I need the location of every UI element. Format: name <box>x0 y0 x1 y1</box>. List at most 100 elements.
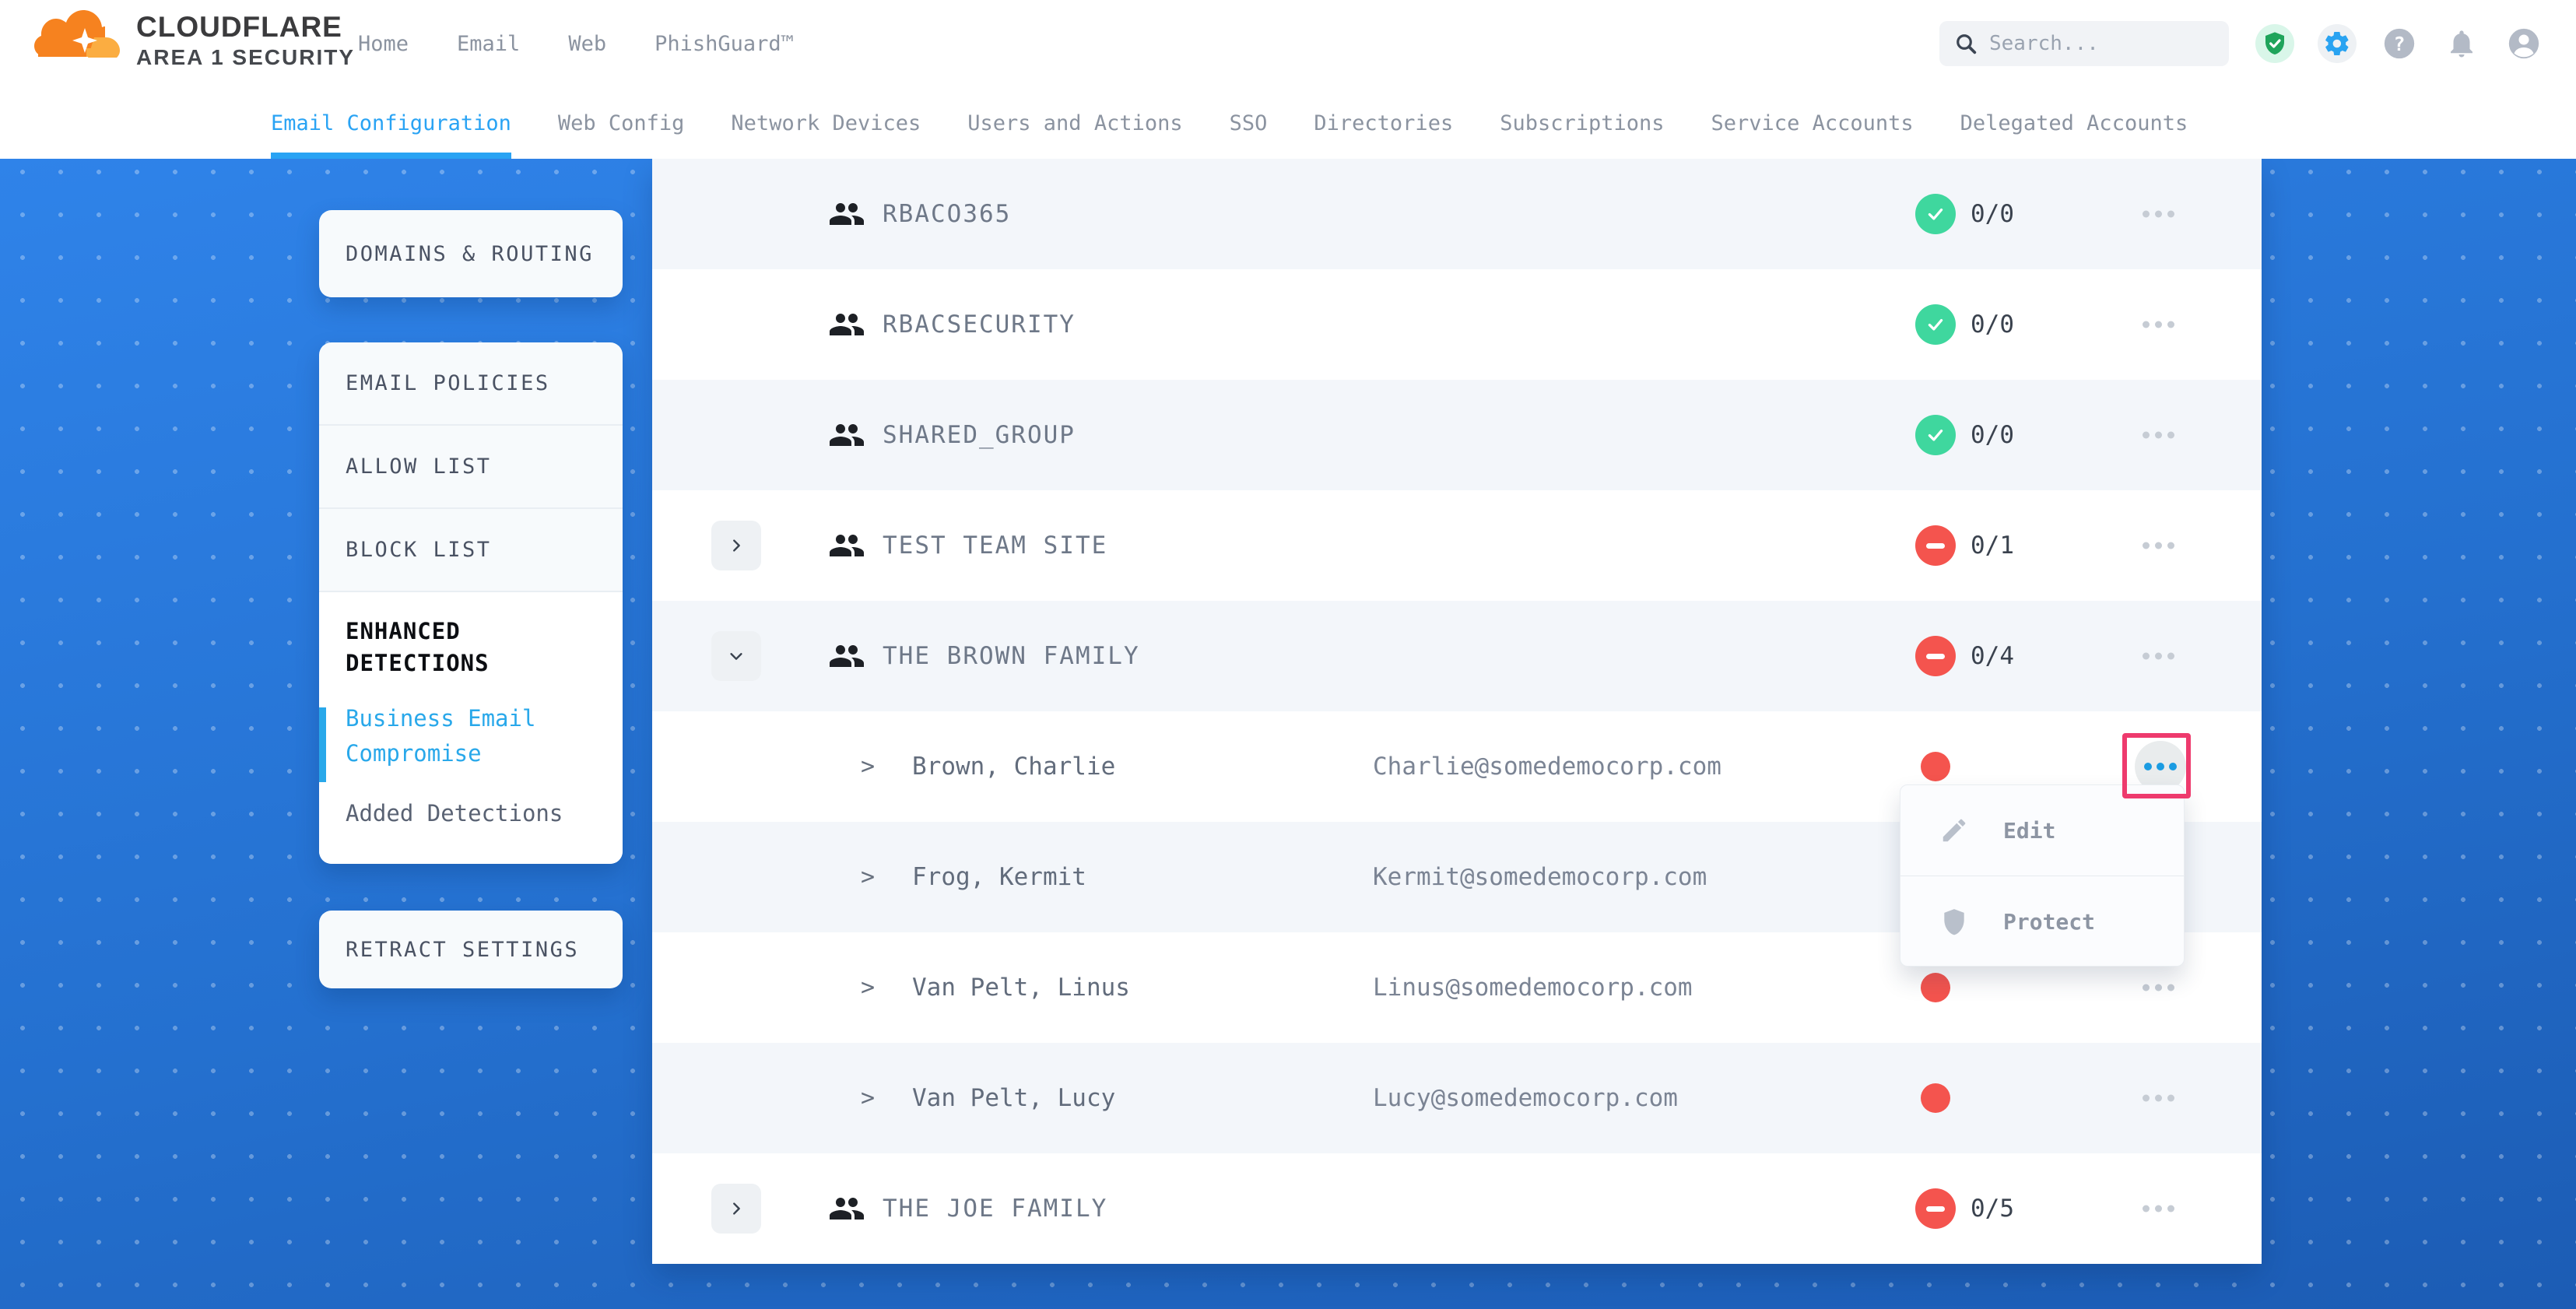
member-email: Charlie@somedemocorp.com <box>1373 753 1721 781</box>
shield-check-icon[interactable] <box>2255 24 2294 63</box>
sidebar-item-added-detections[interactable]: Added Detections <box>346 796 596 831</box>
tab-subscriptions[interactable]: Subscriptions <box>1500 87 1664 159</box>
status-alert-dot <box>1921 752 1950 781</box>
menu-item-edit[interactable]: Edit <box>1900 785 2184 876</box>
member-name: Van Pelt, Linus <box>912 974 1130 1002</box>
brand-subtitle: AREA 1 SECURITY <box>136 45 355 70</box>
member-email: Lucy@somedemocorp.com <box>1373 1084 1678 1112</box>
status-count: 0/5 <box>1971 1195 2014 1223</box>
top-nav: Home Email Web PhishGuard™ <box>358 0 794 87</box>
table-row[interactable]: RBACO365 0/0 <box>652 159 2262 269</box>
search-input[interactable] <box>1989 32 2207 55</box>
status-count: 0/4 <box>1971 642 2014 670</box>
expand-row-button[interactable] <box>711 1184 761 1234</box>
config-tabbar: Email Configuration Web Config Network D… <box>0 87 2576 159</box>
sidebar-item-enhanced-detections[interactable]: ENHANCED DETECTIONS <box>346 616 596 679</box>
group-people-icon <box>828 637 865 675</box>
member-email: Kermit@somedemocorp.com <box>1373 863 1707 891</box>
status-alert-dot <box>1921 1083 1950 1113</box>
status-alert-badge <box>1915 636 1956 676</box>
member-name: Frog, Kermit <box>912 863 1086 891</box>
tab-sso[interactable]: SSO <box>1230 87 1268 159</box>
nav-web[interactable]: Web <box>568 32 606 56</box>
member-chevron[interactable]: > <box>861 864 875 891</box>
sidebar-item-business-email-compromise[interactable]: Business Email Compromise <box>346 701 596 771</box>
sidebar-card-domains-routing[interactable]: DOMAINS & ROUTING <box>319 210 623 297</box>
tab-email-configuration[interactable]: Email Configuration <box>271 87 511 159</box>
member-chevron[interactable]: > <box>861 753 875 781</box>
tab-delegated-accounts[interactable]: Delegated Accounts <box>1960 87 2188 159</box>
nav-email[interactable]: Email <box>457 32 520 56</box>
sidebar-card-retract-settings[interactable]: RETRACT SETTINGS <box>319 911 623 988</box>
status-alert-badge <box>1915 1188 1956 1229</box>
row-menu-button[interactable] <box>2135 535 2182 557</box>
active-indicator-bar <box>319 707 326 782</box>
svg-text:?: ? <box>2394 33 2406 55</box>
groups-table: RBACO365 0/0 RBACSECURITY 0/0 SHARED_GRO… <box>652 159 2262 1262</box>
row-menu-button[interactable] <box>2135 314 2182 336</box>
sidebar-card-policies: EMAIL POLICIES ALLOW LIST BLOCK LIST ENH… <box>319 342 623 864</box>
sidebar-section-enhanced-detections: ENHANCED DETECTIONS Business Email Compr… <box>319 592 623 864</box>
menu-item-protect[interactable]: Protect <box>1900 876 2184 967</box>
brand-title: CLOUDFLARE <box>136 11 355 44</box>
menu-item-label: Protect <box>2003 909 2095 935</box>
table-row[interactable]: THE JOE FAMILY 0/5 <box>652 1153 2262 1264</box>
row-context-menu: Edit Protect <box>1900 784 2185 967</box>
bell-icon[interactable] <box>2442 24 2481 63</box>
collapse-row-button[interactable] <box>711 631 761 681</box>
cloudflare-logo[interactable]: CLOUDFLARE AREA 1 SECURITY <box>33 8 355 73</box>
sidebar-item-email-policies[interactable]: EMAIL POLICIES <box>319 342 623 424</box>
expand-row-button[interactable] <box>711 521 761 570</box>
sidebar-item-block-list[interactable]: BLOCK LIST <box>319 509 623 591</box>
table-row[interactable]: THE BROWN FAMILY 0/4 <box>652 601 2262 711</box>
group-people-icon <box>828 527 865 564</box>
status-count: 0/0 <box>1971 311 2014 339</box>
account-icon[interactable] <box>2504 24 2543 63</box>
help-icon[interactable]: ? <box>2380 24 2419 63</box>
tab-users-and-actions[interactable]: Users and Actions <box>967 87 1182 159</box>
member-chevron[interactable]: > <box>861 1085 875 1112</box>
group-people-icon <box>828 195 865 233</box>
table-row[interactable]: SHARED_GROUP 0/0 <box>652 380 2262 490</box>
status-ok-badge <box>1915 304 1956 345</box>
status-alert-dot <box>1921 973 1950 1002</box>
group-name: SHARED_GROUP <box>883 421 1076 449</box>
shield-icon <box>1939 907 1969 936</box>
nav-phishguard[interactable]: PhishGuard™ <box>655 32 794 56</box>
table-row[interactable]: TEST TEAM SITE 0/1 <box>652 490 2262 601</box>
group-people-icon <box>828 416 865 454</box>
tab-service-accounts[interactable]: Service Accounts <box>1711 87 1914 159</box>
cloudflare-cloud-icon <box>33 8 125 73</box>
tab-directories[interactable]: Directories <box>1314 87 1453 159</box>
status-alert-badge <box>1915 525 1956 566</box>
sidebar-item-domains-routing[interactable]: DOMAINS & ROUTING <box>319 242 594 266</box>
search-box[interactable] <box>1939 21 2229 66</box>
group-people-icon <box>828 1190 865 1227</box>
status-count: 0/0 <box>1971 200 2014 228</box>
sidebar-item-retract-settings[interactable]: RETRACT SETTINGS <box>319 938 579 962</box>
table-row-member[interactable]: > Van Pelt, Lucy Lucy@somedemocorp.com <box>652 1043 2262 1153</box>
status-ok-badge <box>1915 194 1956 234</box>
row-menu-button[interactable] <box>2135 424 2182 447</box>
app-header: CLOUDFLARE AREA 1 SECURITY Home Email We… <box>0 0 2576 87</box>
table-row[interactable]: RBACSECURITY 0/0 <box>652 269 2262 380</box>
member-chevron[interactable]: > <box>861 974 875 1002</box>
gear-icon[interactable] <box>2318 24 2357 63</box>
group-people-icon <box>828 306 865 343</box>
status-count: 0/1 <box>1971 532 2014 560</box>
tab-network-devices[interactable]: Network Devices <box>731 87 921 159</box>
tab-web-config[interactable]: Web Config <box>558 87 685 159</box>
row-menu-button[interactable] <box>2135 1198 2182 1220</box>
row-menu-button[interactable] <box>2135 203 2182 226</box>
row-menu-button[interactable] <box>2135 1087 2182 1110</box>
row-menu-button[interactable] <box>2135 645 2182 668</box>
member-email: Linus@somedemocorp.com <box>1373 974 1693 1002</box>
menu-item-label: Edit <box>2003 818 2055 844</box>
member-name: Van Pelt, Lucy <box>912 1084 1115 1112</box>
search-icon <box>1953 31 1978 56</box>
nav-home[interactable]: Home <box>358 32 409 56</box>
group-name: THE JOE FAMILY <box>883 1195 1107 1223</box>
sidebar-item-allow-list[interactable]: ALLOW LIST <box>319 426 623 507</box>
member-name: Brown, Charlie <box>912 753 1115 781</box>
row-menu-button[interactable] <box>2135 977 2182 999</box>
